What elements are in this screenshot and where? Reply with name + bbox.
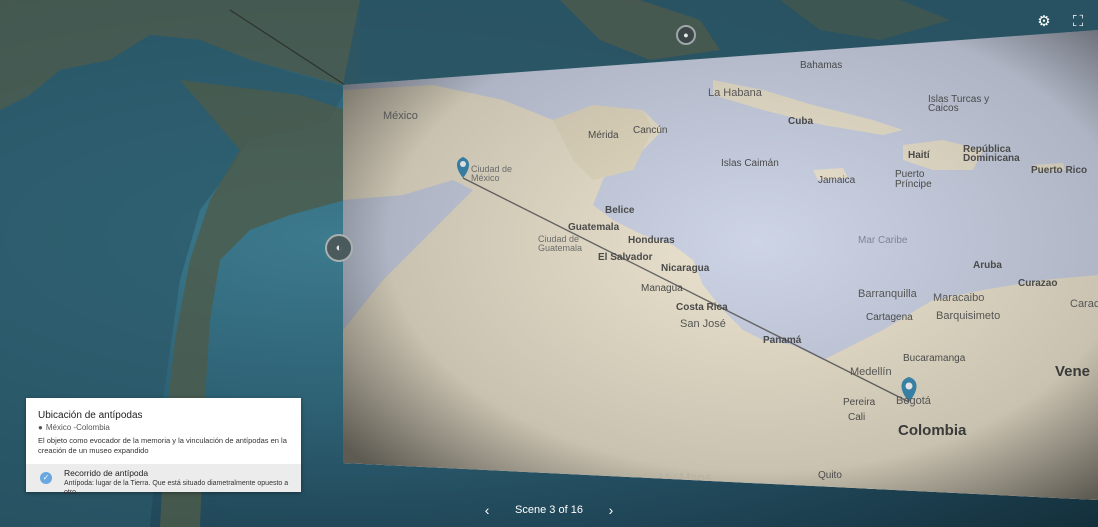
- label-quito: Quito: [818, 470, 842, 481]
- next-scene-button[interactable]: ›: [601, 502, 621, 518]
- label-bogota: Bogotá: [896, 395, 931, 407]
- label-bahamas: Bahamas: [800, 60, 843, 71]
- label-venezuela: Vene: [1055, 363, 1091, 380]
- card-location: ● México -Colombia: [38, 423, 110, 432]
- google-my-maps-watermark: Google My Maps: [613, 470, 712, 485]
- label-guatemala: Guatemala: [568, 222, 620, 233]
- label-puerto-rico: Puerto Rico: [1031, 165, 1088, 176]
- label-merida: Mérida: [588, 130, 619, 141]
- check-icon: ✓: [40, 472, 52, 484]
- label-cancun: Cancún: [633, 125, 668, 136]
- label-jamaica: Jamaica: [818, 175, 856, 186]
- previous-scene-button[interactable]: ‹: [477, 502, 497, 518]
- fullscreen-icon[interactable]: ⛶: [1068, 12, 1088, 32]
- panorama-viewer[interactable]: ● ⋮⋮: [0, 0, 1098, 527]
- gear-icon[interactable]: ⚙: [1034, 12, 1054, 32]
- card-description: El objeto como evocador de la memoria y …: [38, 436, 287, 455]
- card-title: Ubicación de antípodas: [38, 410, 143, 421]
- label-ciudad-de-mexico: Ciudad de México: [471, 164, 513, 183]
- scene-counter: Scene 3 of 16: [515, 504, 583, 516]
- label-barranquilla: Barranquilla: [858, 288, 917, 300]
- label-islas-caiman: Islas Caimán: [721, 158, 779, 169]
- info-card[interactable]: Ubicación de antípodas ● México -Colombia…: [26, 398, 301, 496]
- map-marker-icon[interactable]: ●: [676, 25, 696, 45]
- label-cuba: Cuba: [788, 116, 813, 127]
- label-ciudad-de-guatemala: Ciudad de Guatemala: [538, 234, 583, 253]
- top-controls: ⚙ ⛶: [1034, 12, 1088, 32]
- card-step[interactable]: ✓ Recorrido de antípoda Antípoda: lugar …: [26, 464, 301, 496]
- label-pereira: Pereira: [843, 397, 876, 408]
- label-panama: Panamá: [763, 335, 802, 346]
- step-title: Recorrido de antípoda: [64, 468, 149, 478]
- label-el-salvador: El Salvador: [598, 252, 653, 263]
- label-mexico: México: [383, 110, 418, 122]
- label-barquisimeto: Barquisimeto: [936, 310, 1001, 322]
- location-pin-icon: ●: [38, 423, 43, 432]
- card-location-text: México -Colombia: [45, 423, 110, 432]
- label-managua: Managua: [641, 283, 683, 294]
- label-belice: Belice: [605, 205, 635, 216]
- label-islas-turcas: Islas Turcas y Caicos: [928, 94, 990, 114]
- label-colombia: Colombia: [898, 422, 967, 439]
- label-honduras: Honduras: [628, 235, 675, 246]
- scene-navigation: ‹ Scene 3 of 16 ›: [0, 493, 1098, 527]
- label-curazao: Curazao: [1018, 278, 1058, 289]
- label-san-jose: San José: [680, 318, 726, 330]
- expand-panel-icon[interactable]: ◐: [325, 234, 353, 262]
- label-caracas: Carac: [1070, 298, 1098, 310]
- label-la-habana: La Habana: [708, 87, 762, 99]
- label-mar-caribe: Mar Caribe: [858, 235, 908, 246]
- label-cali: Cali: [848, 412, 866, 423]
- label-medellin: Medellín: [850, 366, 892, 378]
- label-nicaragua: Nicaragua: [661, 263, 710, 274]
- map-panel[interactable]: Bahamas La Habana Cuba Islas Turcas y Ca…: [343, 30, 1098, 500]
- label-maracaibo: Maracaibo: [933, 292, 985, 304]
- label-republica-dominicana: República Dominicana: [963, 144, 1020, 164]
- label-bucaramanga: Bucaramanga: [903, 353, 966, 364]
- label-costa-rica: Costa Rica: [676, 302, 728, 313]
- label-puerto-principe: Puerto Príncipe: [895, 169, 932, 190]
- label-haiti: Haití: [908, 150, 930, 161]
- label-aruba: Aruba: [973, 260, 1002, 271]
- label-cartagena: Cartagena: [866, 312, 913, 323]
